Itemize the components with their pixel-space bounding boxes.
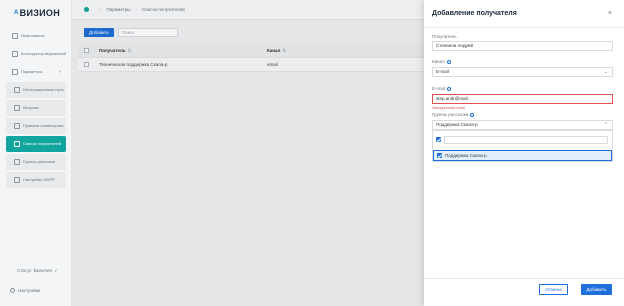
chevron-down-icon: ⌄ <box>603 69 608 75</box>
sidebar-item-dashboard[interactable]: Инфопанель <box>6 28 66 44</box>
submit-button[interactable]: Добавить <box>581 284 612 295</box>
sidebar-item-label: Интеграционные пути <box>23 86 64 92</box>
chevron-down-icon: ˅ <box>58 68 61 74</box>
panel-header: Добавление получателя × <box>424 0 624 28</box>
app-logo[interactable]: AВИЗИОН <box>14 8 60 18</box>
rules-icon <box>14 123 20 129</box>
status-label: Статус: Включен <box>17 268 52 273</box>
sidebar-item-label: Список получателей <box>23 140 61 146</box>
integration-icon <box>14 87 20 93</box>
status-indicator: Статус: Включен ✓ <box>17 268 58 274</box>
logo-mark: A <box>14 10 19 16</box>
dashboard-icon <box>12 33 18 39</box>
channel-select[interactable]: E-mail ⌄ <box>432 67 613 77</box>
settings-link[interactable]: Настройки <box>10 288 40 293</box>
cancel-button[interactable]: Отмена <box>539 284 568 295</box>
close-icon[interactable]: × <box>608 10 612 17</box>
settings-label: Настройки <box>18 288 41 293</box>
channel-label: Канал <box>432 59 451 64</box>
sidebar-item-label: Инфопанель <box>21 32 45 38</box>
groups-value: Поддержка Скала-р <box>436 122 478 127</box>
email-label: E-mail <box>432 86 451 91</box>
groups-label-text: Группы рассылки <box>432 112 469 117</box>
sidebar-item-smtp[interactable]: Настройки SMTP <box>6 172 66 188</box>
smtp-icon <box>14 177 20 183</box>
logo-text: ВИЗИОН <box>19 8 61 18</box>
select-all-checkbox[interactable] <box>436 137 441 142</box>
check-icon: ✓ <box>53 268 58 273</box>
sidebar-nav: Инфопанель Конструктор выражений Парамет… <box>6 28 66 190</box>
sidebar-item-rules[interactable]: Правила оповещения <box>6 118 66 134</box>
sidebar-item-label: Настройки SMTP <box>23 176 55 182</box>
sidebar-item-label: Метрики <box>23 104 39 110</box>
info-icon[interactable] <box>446 59 451 64</box>
channel-value: E-mail <box>436 69 449 74</box>
groups-dropdown: Поддержка Скала-р <box>432 130 613 162</box>
recipients-icon <box>14 141 20 147</box>
chevron-up-icon: ⌃ <box>603 122 608 128</box>
info-icon[interactable] <box>446 86 451 91</box>
option-label: Поддержка Скала-р <box>445 153 487 158</box>
sidebar-item-recipients[interactable]: Список получателей <box>6 136 66 152</box>
option-checkbox[interactable] <box>437 153 442 158</box>
channel-label-text: Канал <box>432 59 445 64</box>
sidebar-item-integration[interactable]: Интеграционные пути <box>6 82 66 98</box>
sidebar-item-groups[interactable]: Группы рассылки <box>6 154 66 170</box>
sidebar: AВИЗИОН Инфопанель Конструктор выражений… <box>0 0 72 306</box>
groups-label: Группы рассылки <box>432 112 475 117</box>
groups-select[interactable]: Поддержка Скала-р ⌃ <box>432 120 613 130</box>
dropdown-search-row <box>436 135 611 144</box>
recipient-label: Получатель <box>432 34 457 39</box>
email-label-text: E-mail <box>432 86 445 91</box>
groups-icon <box>14 159 20 165</box>
info-icon[interactable] <box>470 112 475 117</box>
dropdown-search-input[interactable] <box>444 135 608 144</box>
recipient-field[interactable]: Степанов Андрей <box>432 41 613 51</box>
add-recipient-panel: Добавление получателя × Получатель Степа… <box>424 0 624 306</box>
metrics-icon <box>14 105 20 111</box>
sidebar-item-label: Правила оповещения <box>23 122 64 128</box>
dropdown-option[interactable]: Поддержка Скала-р <box>433 150 612 161</box>
panel-title: Добавление получателя <box>432 10 517 17</box>
email-error: Некорректный email <box>432 106 465 110</box>
email-field[interactable]: step.andr@mail. <box>432 94 613 104</box>
sidebar-item-label: Группы рассылки <box>23 158 56 164</box>
params-icon <box>12 69 18 75</box>
sidebar-item-label: Конструктор выражений <box>21 50 66 56</box>
gear-icon <box>10 288 15 293</box>
sidebar-item-params[interactable]: Параметры ˅ <box>6 64 66 80</box>
sidebar-item-builder[interactable]: Конструктор выражений <box>6 46 66 62</box>
sidebar-item-label: Параметры <box>21 68 43 74</box>
builder-icon <box>12 51 18 57</box>
sidebar-item-metrics[interactable]: Метрики <box>6 100 66 116</box>
